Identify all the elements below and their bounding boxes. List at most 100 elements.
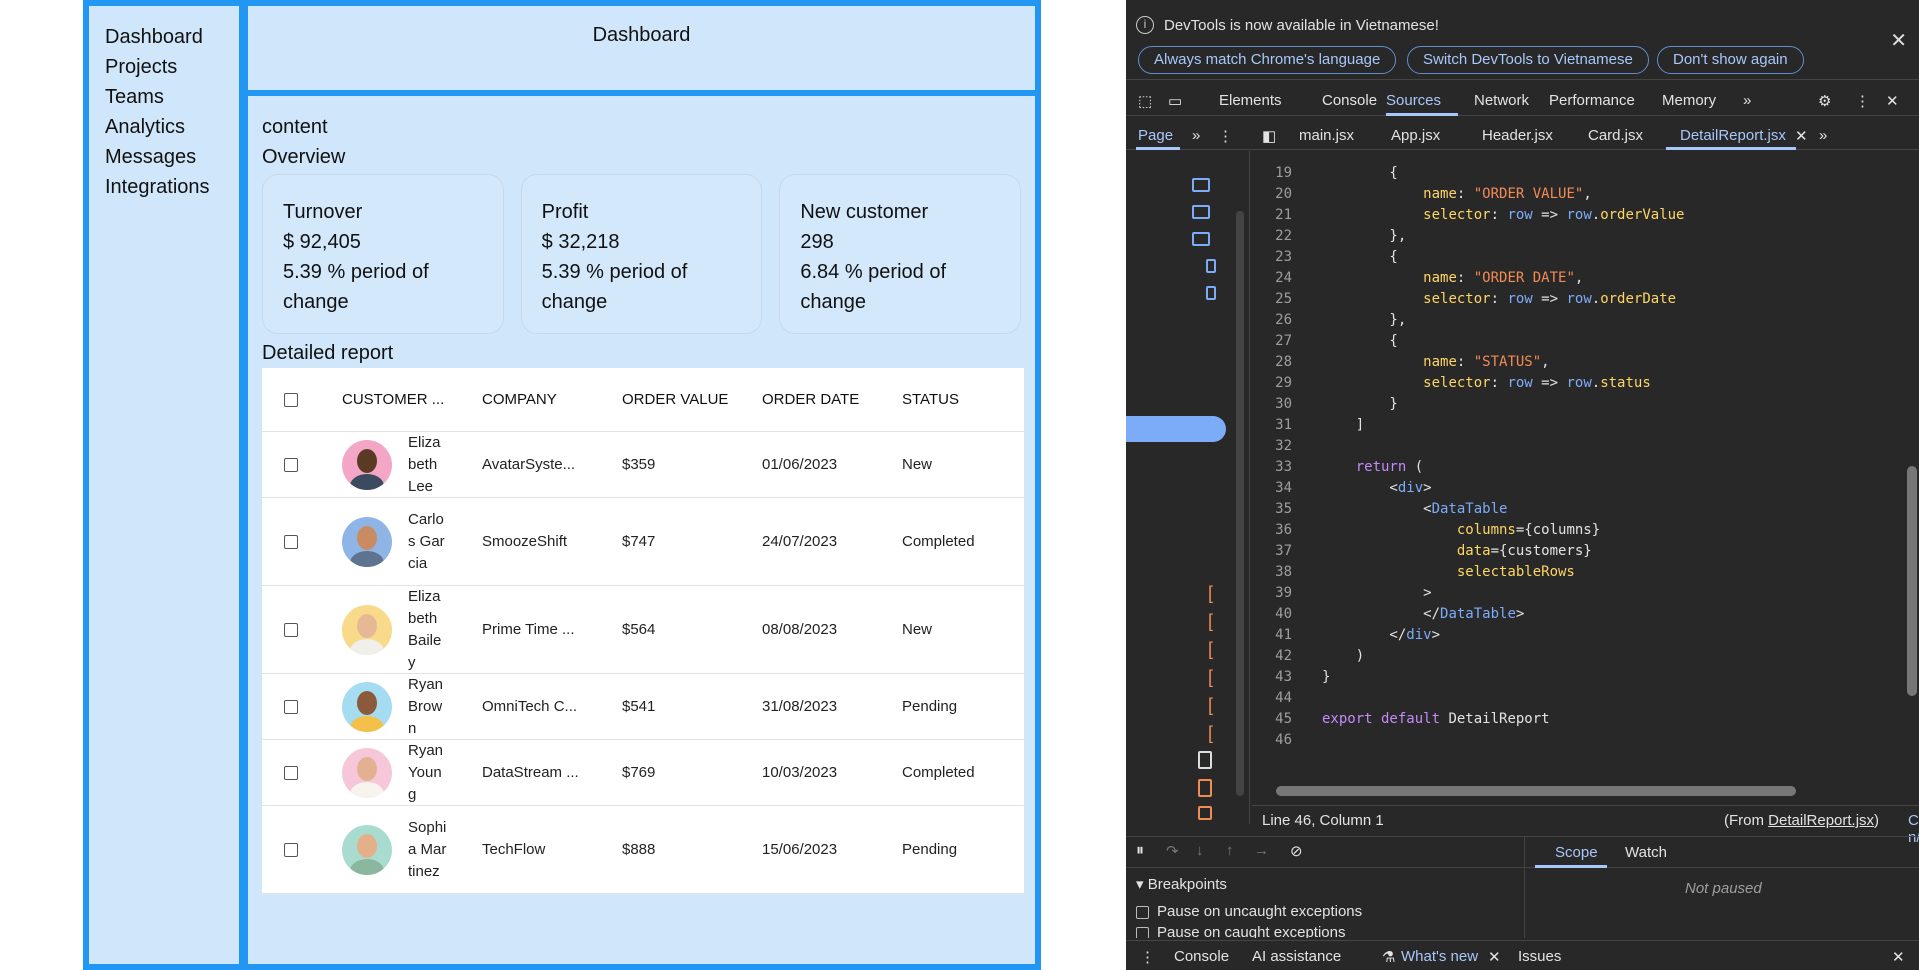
row-checkbox[interactable]	[284, 457, 298, 472]
drawer-tab-ai-assistance[interactable]: AI assistance	[1252, 948, 1341, 965]
file-icon[interactable]	[1198, 806, 1212, 820]
folder-icon[interactable]	[1192, 205, 1210, 219]
code-line: 25 selector: row => row.orderDate	[1252, 289, 1919, 310]
close-file-icon[interactable]: ✕	[1795, 127, 1808, 145]
file-tab-detailreport[interactable]: DetailReport.jsx	[1680, 127, 1786, 144]
file-icon[interactable]	[1198, 751, 1212, 769]
table-row[interactable]: Elizabeth Bailey Prime Time ... $564 08/08/…	[262, 586, 1024, 674]
order-value-cell: $888	[622, 841, 656, 858]
line-number: 26	[1275, 312, 1292, 328]
row-checkbox[interactable]	[284, 765, 298, 780]
breakpoints-header[interactable]: ▾ Breakpoints	[1136, 875, 1227, 893]
row-checkbox[interactable]	[284, 622, 298, 637]
file-tab-app[interactable]: App.jsx	[1391, 127, 1440, 144]
row-checkbox[interactable]	[284, 699, 298, 714]
editor-status-bar: Line 46, Column 1 (From DetailReport.jsx…	[1252, 805, 1919, 846]
pause-caught-checkbox[interactable]	[1136, 926, 1149, 938]
data-table: CUSTOMER ... COMPANY ORDER VALUE ORDER D…	[262, 368, 1024, 894]
column-header-status[interactable]: STATUS	[902, 391, 1022, 408]
selected-tree-item[interactable]	[1126, 416, 1226, 442]
close-drawer-tab-icon[interactable]: ✕	[1488, 948, 1501, 966]
sidebar-item-dashboard[interactable]: Dashboard	[105, 22, 223, 52]
sidebar-item-projects[interactable]: Projects	[105, 52, 223, 82]
customer-cell: Carlos Garcia	[342, 509, 482, 575]
file-tab-card[interactable]: Card.jsx	[1588, 127, 1643, 144]
tab-watch[interactable]: Watch	[1625, 844, 1667, 861]
code-horizontal-scrollbar[interactable]	[1276, 786, 1796, 796]
element-picker-icon[interactable]: ⬚	[1138, 92, 1152, 110]
drawer-tab-issues[interactable]: Issues	[1518, 948, 1561, 965]
sidebar-item-messages[interactable]: Messages	[105, 142, 223, 172]
source-origin-link[interactable]: DetailReport.jsx	[1768, 812, 1874, 829]
more-tabs-icon[interactable]: »	[1743, 92, 1751, 109]
toggle-sidebar-icon[interactable]: ◧	[1262, 127, 1276, 145]
file-tab-header[interactable]: Header.jsx	[1482, 127, 1553, 144]
folder-icon[interactable]	[1206, 286, 1216, 300]
flask-icon: ⚗	[1382, 949, 1396, 966]
select-all-checkbox[interactable]	[284, 392, 298, 407]
pause-uncaught-option[interactable]: Pause on uncaught exceptions	[1136, 903, 1362, 920]
sidebar-item-analytics[interactable]: Analytics	[105, 112, 223, 142]
navigator-menu-icon[interactable]: ⋮	[1218, 127, 1233, 145]
navigator-scrollbar[interactable]	[1236, 211, 1244, 796]
drawer-tab-whats-new[interactable]: What's new	[1401, 948, 1478, 965]
table-row[interactable]: Ryan Brown OmniTech C... $541 31/08/2023 Pen…	[262, 674, 1024, 740]
row-checkbox[interactable]	[284, 842, 298, 857]
tab-network[interactable]: Network	[1474, 92, 1529, 109]
file-tab-main[interactable]: main.jsx	[1299, 127, 1354, 144]
row-checkbox[interactable]	[284, 534, 298, 549]
order-value-cell: $747	[622, 533, 656, 550]
step-over-icon[interactable]: ↷	[1166, 842, 1179, 860]
drawer-tab-console[interactable]: Console	[1174, 948, 1229, 965]
sidebar-item-teams[interactable]: Teams	[105, 82, 223, 112]
folder-icon[interactable]	[1206, 259, 1216, 273]
folder-icon[interactable]	[1192, 232, 1210, 246]
close-icon[interactable]: ✕	[1890, 28, 1907, 53]
tab-performance[interactable]: Performance	[1549, 92, 1635, 109]
tab-elements[interactable]: Elements	[1219, 92, 1282, 109]
more-navigator-icon[interactable]: »	[1192, 127, 1200, 144]
deactivate-breakpoints-icon[interactable]: ⊘	[1290, 842, 1303, 860]
code-vertical-scrollbar[interactable]	[1907, 466, 1917, 696]
kebab-menu-icon[interactable]: ⋮	[1855, 92, 1870, 110]
line-number: 35	[1275, 501, 1292, 517]
close-devtools-icon[interactable]: ✕	[1886, 92, 1899, 110]
column-header-order-date[interactable]: ORDER DATE	[762, 391, 902, 408]
always-match-language-button[interactable]: Always match Chrome's language	[1138, 46, 1397, 74]
tab-scope[interactable]: Scope	[1555, 844, 1598, 861]
column-header-customer[interactable]: CUSTOMER ...	[342, 391, 482, 408]
folder-icon[interactable]	[1192, 178, 1210, 192]
source-origin-suffix: )	[1874, 812, 1880, 829]
device-toolbar-icon[interactable]: ▭	[1168, 92, 1182, 110]
navigator-tab-page[interactable]: Page	[1138, 127, 1173, 144]
line-number: 23	[1275, 249, 1292, 265]
drawer-menu-icon[interactable]: ⋮	[1140, 948, 1155, 966]
pause-uncaught-checkbox[interactable]	[1136, 905, 1149, 919]
code-editor[interactable]: 19 {20 name: "ORDER VALUE", 21 selector: …	[1252, 151, 1919, 791]
more-files-icon[interactable]: »	[1819, 127, 1827, 144]
table-row[interactable]: Elizabeth Lee AvatarSyste... $359 01/06/202…	[262, 432, 1024, 498]
order-value-cell: $564	[622, 621, 656, 638]
table-row[interactable]: Ryan Young DataStream ... $769 10/03/2023 Co…	[262, 740, 1024, 806]
tab-memory[interactable]: Memory	[1662, 92, 1716, 109]
switch-to-vietnamese-button[interactable]: Switch DevTools to Vietnamese	[1407, 46, 1649, 74]
step-icon[interactable]: →	[1254, 842, 1269, 859]
column-header-order-value[interactable]: ORDER VALUE	[622, 391, 762, 408]
gear-icon[interactable]: ⚙	[1818, 92, 1831, 110]
overview-label: Overview	[262, 146, 346, 168]
tab-console[interactable]: Console	[1322, 92, 1377, 109]
step-out-icon[interactable]: ↑	[1226, 842, 1234, 859]
dont-show-again-button[interactable]: Don't show again	[1657, 46, 1804, 74]
pause-caught-option[interactable]: Pause on caught exceptions	[1136, 924, 1345, 938]
close-drawer-icon[interactable]: ✕	[1892, 948, 1905, 966]
tab-sources[interactable]: Sources	[1386, 92, 1441, 109]
line-number: 39	[1275, 585, 1292, 601]
table-row[interactable]: Carlos Garcia SmoozeShift $747 24/07/2023 Co…	[262, 498, 1024, 586]
sidebar-item-integrations[interactable]: Integrations	[105, 172, 223, 202]
pause-icon[interactable]: ⏸	[1136, 842, 1144, 860]
table-row[interactable]: Sophia Martinez TechFlow $888 15/06/2023 Pen…	[262, 806, 1024, 894]
column-header-company[interactable]: COMPANY	[482, 391, 622, 408]
step-into-icon[interactable]: ↓	[1196, 842, 1204, 859]
devtools-tab-bar: ⬚ ▭ Elements Console Sources Network Per…	[1126, 86, 1919, 116]
file-icon[interactable]	[1198, 779, 1212, 797]
